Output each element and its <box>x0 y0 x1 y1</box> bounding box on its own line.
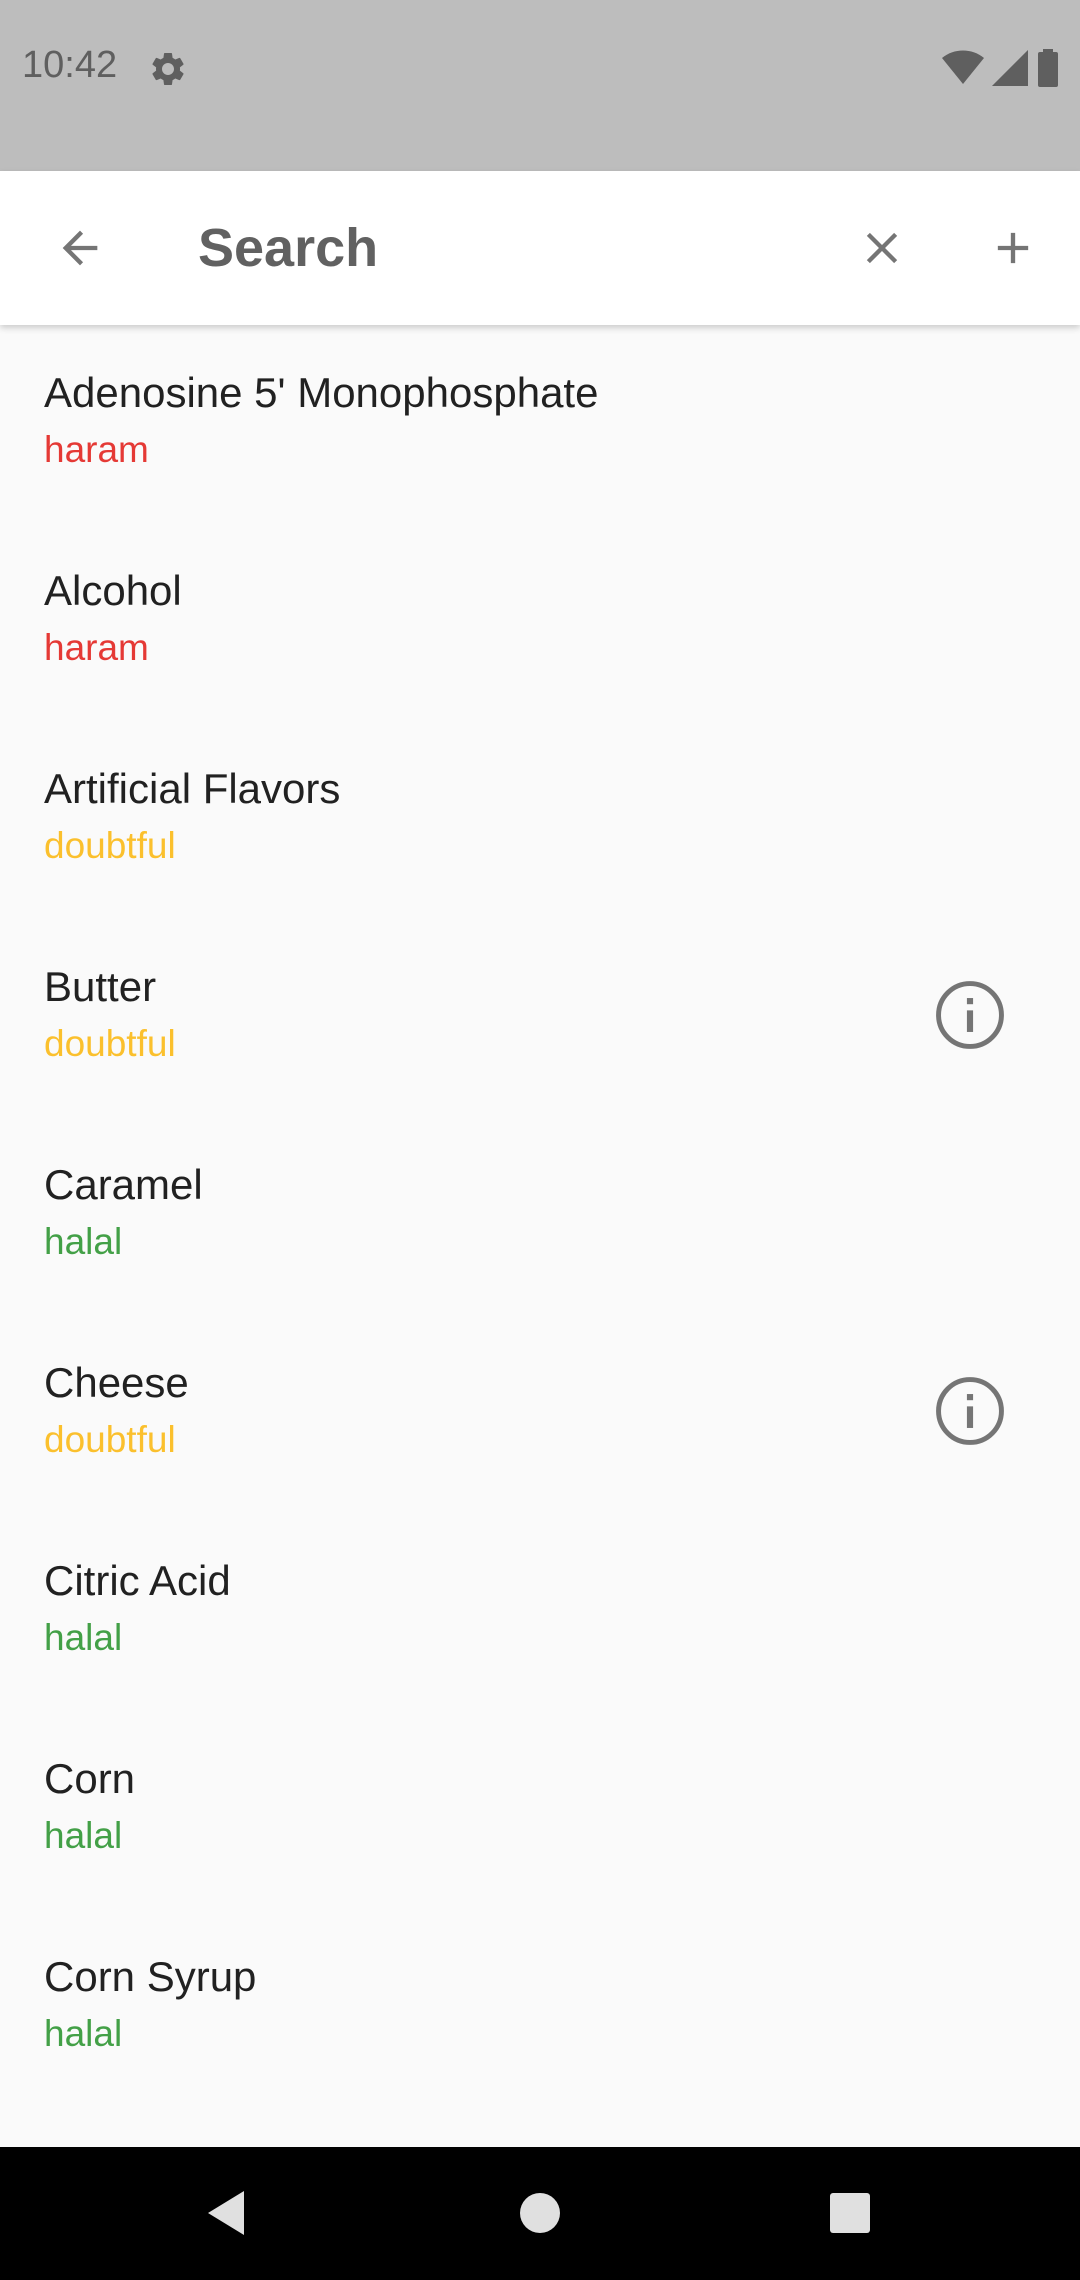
ingredient-name: Artificial Flavors <box>44 765 341 812</box>
nav-recents-button[interactable] <box>810 2173 890 2253</box>
ingredient-row[interactable]: Cheese doubtful <box>0 1315 1080 1513</box>
triangle-back-icon <box>208 2191 244 2235</box>
ingredient-list: Adenosine 5' Monophosphate haram Alcohol ha… <box>0 325 1080 2147</box>
back-button[interactable] <box>40 208 120 288</box>
ingredient-row[interactable]: Corn Syrup halal <box>0 1909 1080 2107</box>
info-icon <box>936 1377 1004 1445</box>
ingredient-name: Alcohol <box>44 567 182 614</box>
circle-home-icon <box>520 2193 560 2233</box>
ingredient-row[interactable]: Adenosine 5' Monophosphate haram <box>0 325 1080 523</box>
info-icon <box>936 981 1004 1049</box>
ingredient-name: Corn <box>44 1755 136 1802</box>
ingredient-status: halal <box>44 1221 123 1262</box>
status-bar: 10:42 <box>0 0 1080 171</box>
nav-back-button[interactable] <box>186 2173 266 2253</box>
ingredient-row[interactable]: Corn halal <box>0 1711 1080 1909</box>
ingredient-status: haram <box>44 429 149 470</box>
ingredient-name: Corn Syrup <box>44 1953 257 2000</box>
ingredient-row[interactable]: Butter doubtful <box>0 919 1080 1117</box>
info-button[interactable] <box>930 1371 1010 1451</box>
battery-icon <box>1038 49 1058 87</box>
status-time: 10:42 <box>22 44 118 86</box>
ingredient-name: Adenosine 5' Monophosphate <box>44 369 599 416</box>
settings-icon <box>148 49 188 89</box>
ingredient-status: haram <box>44 627 149 668</box>
ingredient-status: halal <box>44 1617 123 1658</box>
ingredient-row[interactable]: Citric Acid halal <box>0 1513 1080 1711</box>
status-icons <box>942 49 1060 87</box>
nav-home-button[interactable] <box>500 2173 580 2253</box>
ingredient-name: Citric Acid <box>44 1557 231 1604</box>
ingredient-status: halal <box>44 1815 123 1856</box>
ingredient-name: Cheese <box>44 1359 189 1406</box>
add-ingredient-button[interactable] <box>973 208 1053 288</box>
search-input[interactable] <box>198 206 818 290</box>
ingredient-status: doubtful <box>44 1023 176 1064</box>
plus-icon <box>997 232 1029 264</box>
ingredient-row[interactable]: Caramel halal <box>0 1117 1080 1315</box>
navigation-bar <box>0 2147 1080 2280</box>
square-recents-icon <box>830 2193 870 2233</box>
info-button[interactable] <box>930 975 1010 1055</box>
ingredient-name: Caramel <box>44 1161 203 1208</box>
ingredient-row[interactable]: Artificial Flavors doubtful <box>0 721 1080 919</box>
ingredient-status: doubtful <box>44 1419 176 1460</box>
clear-search-button[interactable] <box>842 208 922 288</box>
close-icon <box>866 232 898 264</box>
wifi-icon <box>942 50 984 84</box>
ingredient-status: doubtful <box>44 825 176 866</box>
search-app-bar <box>0 171 1080 325</box>
arrow-back-icon <box>62 230 98 266</box>
signal-icon <box>992 50 1028 86</box>
ingredient-name: Butter <box>44 963 157 1010</box>
ingredient-status: halal <box>44 2013 123 2054</box>
ingredient-row[interactable]: Alcohol haram <box>0 523 1080 721</box>
